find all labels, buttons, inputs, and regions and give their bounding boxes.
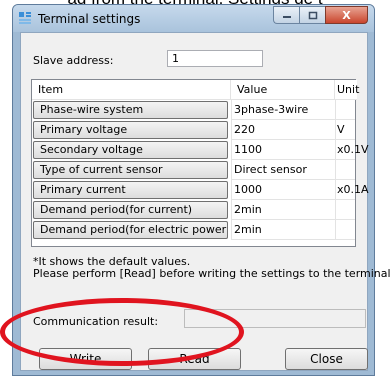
table-row: Primary current 1000 x0.1A bbox=[32, 180, 369, 200]
row-item-button[interactable]: Secondary voltage bbox=[33, 141, 228, 159]
row-value-cell[interactable]: 1000 bbox=[231, 180, 335, 200]
screenshot-stage: ad from the terminal. Settings de t Term… bbox=[0, 0, 390, 380]
row-item-button[interactable]: Demand period(for electric power) bbox=[33, 221, 228, 239]
table-row: Phase-wire system 3phase-3wire bbox=[32, 100, 355, 120]
maximize-button[interactable] bbox=[299, 6, 325, 24]
row-item-button[interactable]: Primary current bbox=[33, 181, 228, 199]
row-unit-cell: V bbox=[335, 120, 355, 140]
maximize-icon bbox=[308, 11, 317, 19]
dialog-client-area: Slave address: 1 Item Value Unit Phase-w… bbox=[20, 32, 390, 371]
minimize-button[interactable] bbox=[273, 6, 299, 24]
window-title: Terminal settings bbox=[38, 12, 141, 26]
close-button[interactable]: Close bbox=[285, 348, 368, 370]
caption-buttons: X bbox=[273, 6, 368, 25]
close-window-button[interactable]: X bbox=[325, 6, 368, 24]
row-unit-cell bbox=[335, 220, 355, 240]
table-row: Demand period(for current) 2min bbox=[32, 200, 355, 220]
communication-result-label: Communication result: bbox=[33, 315, 159, 328]
minimize-icon bbox=[282, 16, 291, 18]
note-line-2: Please perform [Read] before writing the… bbox=[33, 267, 390, 280]
communication-result-field bbox=[184, 309, 366, 328]
row-item-button[interactable]: Primary voltage bbox=[33, 121, 228, 139]
row-value-cell[interactable]: 2min bbox=[231, 200, 335, 220]
row-item-button[interactable]: Demand period(for current) bbox=[33, 201, 228, 219]
slave-address-input[interactable]: 1 bbox=[167, 50, 263, 67]
title-bar[interactable]: Terminal settings X bbox=[13, 5, 374, 32]
app-icon bbox=[19, 12, 31, 24]
row-value-cell[interactable]: Direct sensor bbox=[231, 160, 335, 180]
column-header-value[interactable]: Value bbox=[231, 80, 335, 100]
row-value-cell[interactable]: 3phase-3wire bbox=[231, 100, 335, 120]
row-value-cell[interactable]: 2min bbox=[231, 220, 335, 240]
row-item-button[interactable]: Type of current sensor bbox=[33, 161, 228, 179]
write-button[interactable]: Write bbox=[39, 348, 132, 370]
row-unit-cell bbox=[335, 100, 355, 120]
table-row: Secondary voltage 1100 x0.1V bbox=[32, 140, 369, 160]
column-header-unit[interactable]: Unit bbox=[335, 80, 359, 100]
slave-address-label: Slave address: bbox=[33, 54, 114, 67]
row-item-button[interactable]: Phase-wire system bbox=[33, 101, 228, 119]
row-unit-cell: x0.1A bbox=[335, 180, 369, 200]
row-unit-cell bbox=[335, 160, 355, 180]
row-unit-cell: x0.1V bbox=[335, 140, 369, 160]
row-value-cell[interactable]: 220 bbox=[231, 120, 335, 140]
row-unit-cell bbox=[335, 200, 355, 220]
table-row: Type of current sensor Direct sensor bbox=[32, 160, 355, 180]
read-button[interactable]: Read bbox=[148, 348, 241, 370]
terminal-settings-window: Terminal settings X Slave address: 1 Ite… bbox=[12, 4, 390, 376]
table-row: Demand period(for electric power) 2min bbox=[32, 220, 355, 240]
column-header-item[interactable]: Item bbox=[32, 80, 231, 100]
close-icon: X bbox=[342, 8, 351, 22]
default-values-note: *It shows the default values. Please per… bbox=[33, 256, 390, 280]
settings-grid: Item Value Unit Phase-wire system 3phase… bbox=[31, 79, 369, 247]
table-row: Primary voltage 220 V bbox=[32, 120, 355, 140]
row-value-cell[interactable]: 1100 bbox=[231, 140, 335, 160]
